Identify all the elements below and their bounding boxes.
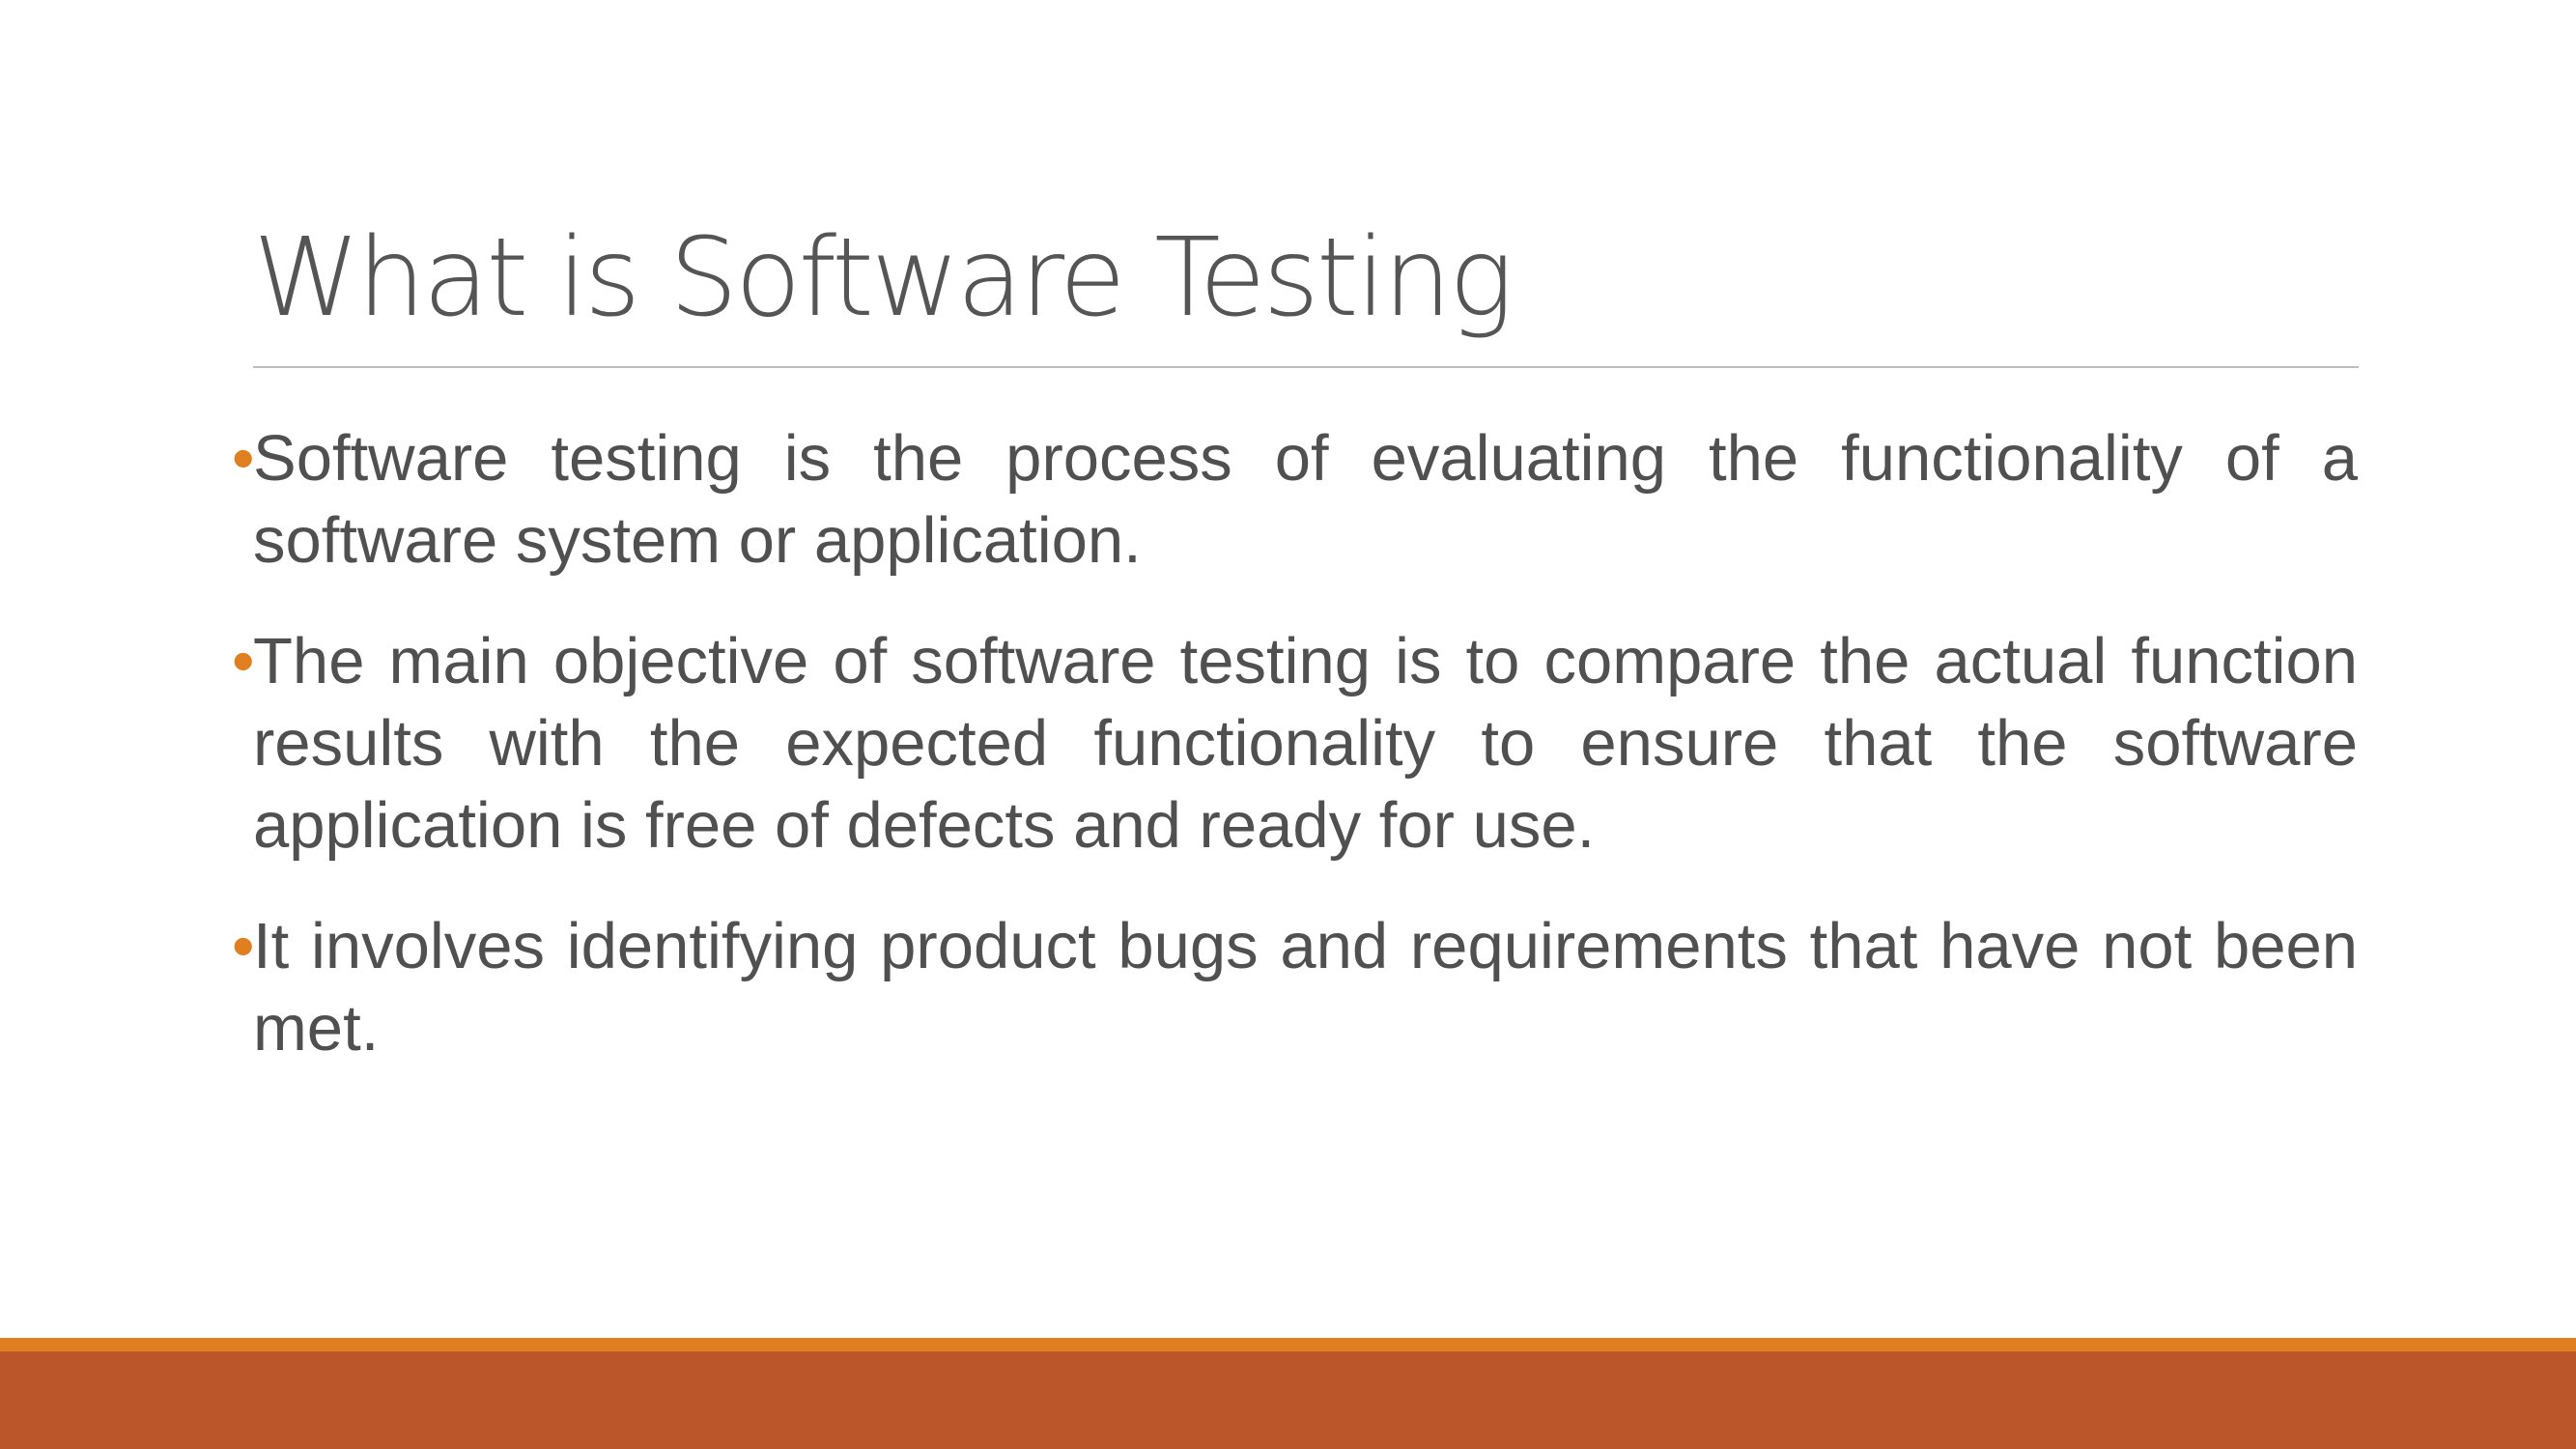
bullet-text: Software testing is the process of evalu… xyxy=(253,422,2358,577)
footer-band xyxy=(0,1351,2576,1449)
bullet-item: • The main objective of software testing… xyxy=(232,620,2358,867)
bullet-text: It involves identifying product bugs and… xyxy=(253,910,2358,1065)
bullet-item: • It involves identifying product bugs a… xyxy=(232,905,2358,1069)
slide-title: What is Software Testing xyxy=(253,215,1514,341)
title-divider xyxy=(253,366,2359,368)
bullet-item: • Software testing is the process of eva… xyxy=(232,417,2358,582)
bullet-marker-icon: • xyxy=(232,910,255,982)
bullet-marker-icon: • xyxy=(232,422,255,495)
bullet-text: The main objective of software testing i… xyxy=(253,625,2358,862)
footer-accent-stripe xyxy=(0,1338,2576,1351)
bullet-list: • Software testing is the process of eva… xyxy=(232,417,2358,1108)
bullet-marker-icon: • xyxy=(232,625,255,697)
slide: What is Software Testing • Software test… xyxy=(0,0,2576,1449)
